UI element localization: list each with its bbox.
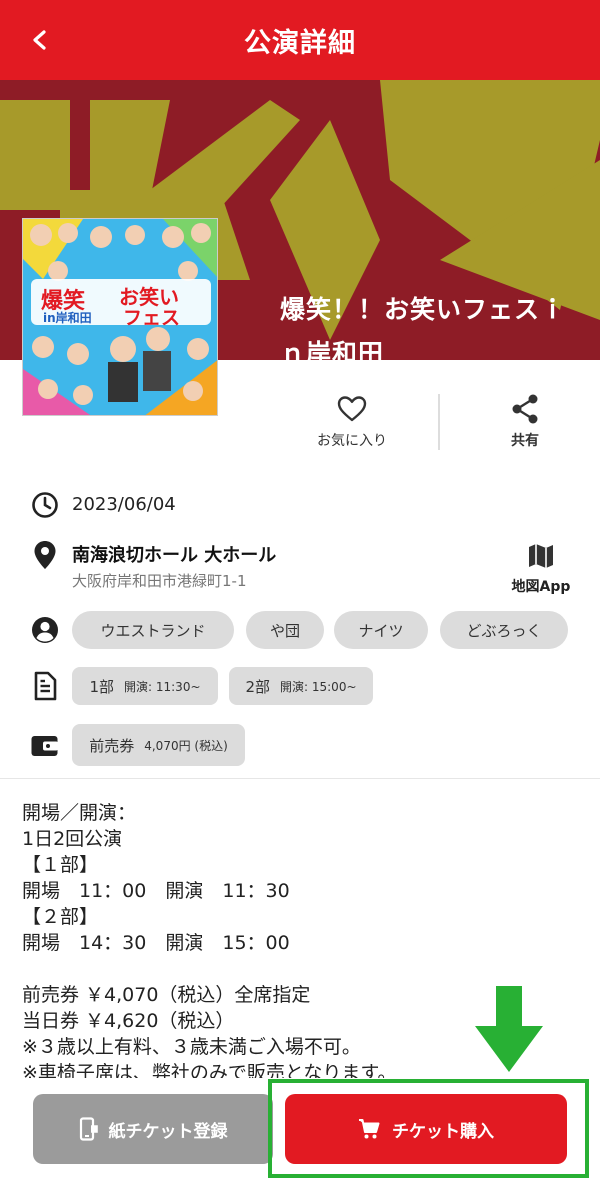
map-app-label: 地図App	[511, 579, 571, 595]
ticket-price: 4,070円 (税込)	[144, 738, 228, 753]
wallet-icon	[30, 731, 60, 761]
paper-ticket-label: 紙チケット登録	[108, 1121, 228, 1142]
session-label: 2部	[245, 677, 271, 696]
map-app-button[interactable]: 地図App	[505, 540, 577, 598]
session-chip-2[interactable]: 2部 開演: 15:00~	[229, 667, 373, 705]
action-divider	[438, 394, 440, 450]
session-time: 開演: 11:30~	[124, 679, 201, 694]
heart-icon	[337, 396, 367, 422]
ticket-label: 前売券	[89, 736, 135, 755]
venue-name: 南海浪切ホール 大ホール	[72, 545, 277, 566]
share-button[interactable]: 共有	[465, 392, 585, 452]
poster-title-3: フェス	[123, 307, 181, 329]
performer-chip[interactable]: ナイツ	[334, 611, 428, 649]
share-icon	[512, 394, 538, 424]
clock-icon	[30, 490, 60, 520]
session-chip-1[interactable]: 1部 開演: 11:30~	[72, 667, 218, 705]
share-label: 共有	[511, 433, 539, 449]
down-arrow-icon	[475, 986, 543, 1072]
person-icon	[30, 615, 60, 645]
event-date: 2023/06/04	[72, 494, 176, 515]
favorite-button[interactable]: お気に入り	[292, 392, 412, 452]
poster-subtitle: in岸和田	[43, 311, 92, 325]
location-pin-icon	[30, 540, 60, 570]
document-icon	[30, 671, 60, 701]
event-poster: 爆笑 お笑い in岸和田 フェス	[22, 218, 218, 416]
venue-address: 大阪府岸和田市港緑町1-1	[72, 572, 247, 590]
paper-ticket-button[interactable]: 紙チケット登録	[33, 1094, 273, 1164]
section-divider	[0, 778, 600, 779]
app-header: 公演詳細	[0, 0, 600, 80]
map-icon	[529, 544, 553, 568]
session-label: 1部	[89, 677, 115, 696]
session-time: 開演: 15:00~	[280, 679, 357, 694]
performer-chip[interactable]: や団	[246, 611, 324, 649]
performer-chip[interactable]: どぶろっく	[440, 611, 568, 649]
favorite-label: お気に入り	[317, 433, 387, 449]
performer-chip[interactable]: ウエストランド	[72, 611, 234, 649]
event-title: 爆笑！！お笑いフェスｉｎ岸和田	[280, 295, 567, 360]
phone-ticket-icon	[79, 1117, 98, 1141]
page-title: 公演詳細	[244, 28, 356, 59]
highlight-box	[268, 1079, 589, 1178]
ticket-price-chip[interactable]: 前売券 4,070円 (税込)	[72, 724, 245, 766]
